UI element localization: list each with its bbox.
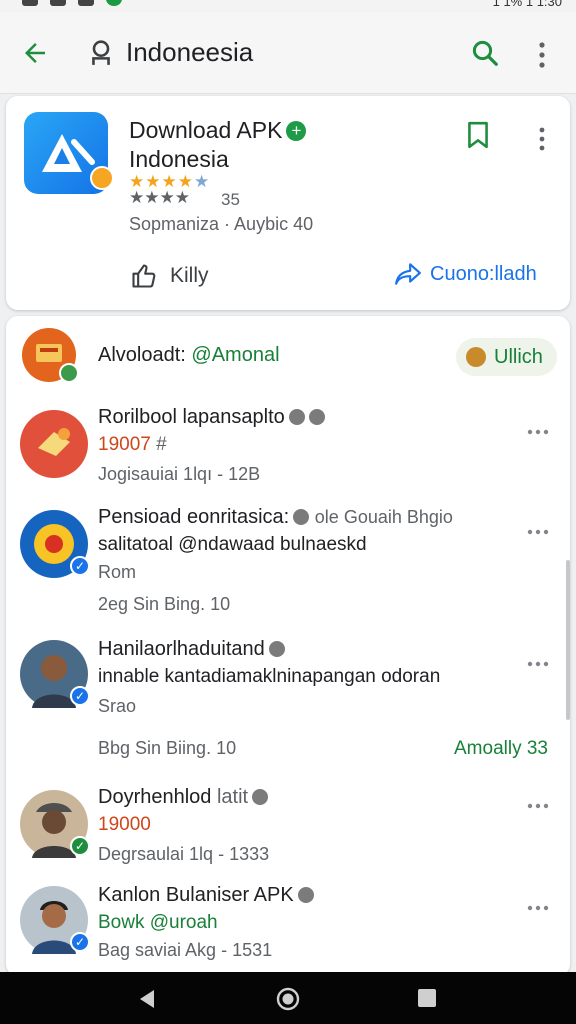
post-body: salitatoal @ndawaad bulnaeskd bbox=[98, 534, 367, 555]
app-meta: Sopmaniza · Auybic 40 bbox=[129, 214, 314, 234]
rating-count: 35 bbox=[221, 190, 240, 209]
like-label: Killy bbox=[170, 264, 209, 287]
share-button[interactable]: Cuono:lladh bbox=[394, 262, 537, 286]
post-meta: Rom bbox=[98, 562, 137, 582]
avatar[interactable]: ✓ bbox=[20, 886, 90, 954]
list-item[interactable]: Rorilbool lapansaplto 19007 # Jogisauiai… bbox=[6, 398, 570, 494]
post-author: Rorilbool lapansaplto bbox=[98, 406, 325, 429]
bookmark-icon[interactable] bbox=[464, 120, 492, 150]
feed-header-label: Alvoloadt: @Amonal bbox=[98, 344, 280, 366]
nav-back-icon[interactable] bbox=[136, 988, 158, 1010]
avatar[interactable]: ✓ bbox=[20, 640, 90, 708]
more-horiz-icon[interactable] bbox=[526, 660, 550, 668]
share-icon bbox=[395, 263, 421, 285]
share-label: Cuono:lladh bbox=[430, 262, 537, 285]
more-vert-icon[interactable] bbox=[534, 126, 550, 152]
more-horiz-icon[interactable] bbox=[526, 802, 550, 810]
list-item[interactable]: ✓ Hanilaorlhaduitand innable kantadiamak… bbox=[6, 630, 570, 776]
post-author: Kanlon Bulaniser APK bbox=[98, 884, 314, 907]
notification-icon bbox=[50, 0, 66, 6]
list-item[interactable]: ✓ Kanlon Bulaniser APK Bowk @uroah Bag s… bbox=[6, 880, 570, 976]
post-stats: Bbg Sin Biing. 10 bbox=[98, 738, 237, 758]
list-item[interactable]: ✓ Pensioad eonritasica: ole Gouaih Bhgio… bbox=[6, 498, 570, 628]
post-body: Bowk @uroah bbox=[98, 912, 218, 933]
post-meta: Srao bbox=[98, 696, 137, 716]
like-button[interactable]: Killy bbox=[130, 262, 209, 290]
notification-icon bbox=[78, 0, 94, 6]
avatar[interactable] bbox=[22, 328, 79, 383]
person-icon bbox=[92, 39, 110, 65]
post-author: Hanilaorlhaduitand bbox=[98, 638, 285, 661]
avatar[interactable]: ✓ bbox=[20, 510, 90, 578]
post-meta: Bag saviai Akg - 1531 bbox=[98, 940, 273, 960]
app-card[interactable]: Download APK + Indonesia ★★★★★ ★★★★ 35 So… bbox=[6, 96, 570, 310]
app-icon[interactable] bbox=[24, 112, 114, 194]
list-item[interactable]: ✓ Doyrhenhlod latit 19000 Degrsaulai 1lq… bbox=[6, 782, 570, 878]
more-horiz-icon[interactable] bbox=[526, 428, 550, 436]
status-right: 1 1% 1 1:30 bbox=[492, 0, 562, 9]
nav-recents-icon[interactable] bbox=[418, 989, 436, 1007]
nav-home-icon[interactable] bbox=[275, 986, 301, 1012]
star-rating-secondary: ★★★★ bbox=[129, 188, 190, 207]
post-score: Amoally 33 bbox=[454, 738, 548, 759]
system-nav-bar bbox=[0, 972, 576, 1024]
notification-icon bbox=[22, 0, 38, 6]
post-value: 19000 bbox=[98, 814, 151, 835]
verified-icon: ✓ bbox=[70, 932, 90, 952]
feed-card: Alvoloadt: @Amonal Ullich Rorilbool lapa… bbox=[6, 316, 570, 976]
post-meta: Jogisauiai 1lqı - 12B bbox=[98, 464, 261, 484]
verified-icon: ✓ bbox=[70, 556, 90, 576]
post-author: Pensioad eonritasica: ole Gouaih Bhgio bbox=[98, 506, 453, 528]
thumbs-up-icon bbox=[132, 264, 156, 288]
award-icon bbox=[466, 347, 486, 367]
feed-header: Alvoloadt: @Amonal Ullich bbox=[6, 316, 570, 396]
more-horiz-icon[interactable] bbox=[526, 904, 550, 912]
post-body: innable kantadiamaklninapangan odoran bbox=[98, 666, 441, 687]
app-bar: Indoneesia bbox=[0, 12, 576, 94]
search-icon[interactable] bbox=[470, 38, 500, 68]
badge-icon bbox=[90, 166, 114, 190]
more-vert-icon[interactable] bbox=[530, 40, 554, 70]
verified-icon: ✓ bbox=[70, 686, 90, 706]
post-stats: 2eg Sin Bing. 10 bbox=[98, 594, 231, 614]
post-meta: Degrsaulai 1lq - 1333 bbox=[98, 844, 270, 864]
notification-icon bbox=[106, 0, 122, 6]
status-bar: 1 1% 1 1:30 bbox=[0, 0, 576, 12]
more-horiz-icon[interactable] bbox=[526, 528, 550, 536]
scrollbar[interactable] bbox=[566, 560, 570, 720]
page-title: Indoneesia bbox=[126, 37, 254, 67]
filter-chip-label: Ullich bbox=[494, 345, 543, 368]
filter-chip[interactable]: Ullich bbox=[456, 338, 557, 376]
app-name: Download APK + Indonesia bbox=[129, 116, 307, 174]
verified-icon: + bbox=[286, 121, 307, 141]
verified-icon bbox=[59, 363, 79, 383]
post-author: Doyrhenhlod latit bbox=[98, 786, 269, 809]
arrow-left-icon[interactable] bbox=[20, 38, 50, 68]
avatar[interactable]: ✓ bbox=[20, 790, 90, 858]
avatar[interactable] bbox=[20, 410, 88, 478]
verified-icon: ✓ bbox=[70, 836, 90, 856]
post-value: 19007 # bbox=[98, 434, 167, 455]
